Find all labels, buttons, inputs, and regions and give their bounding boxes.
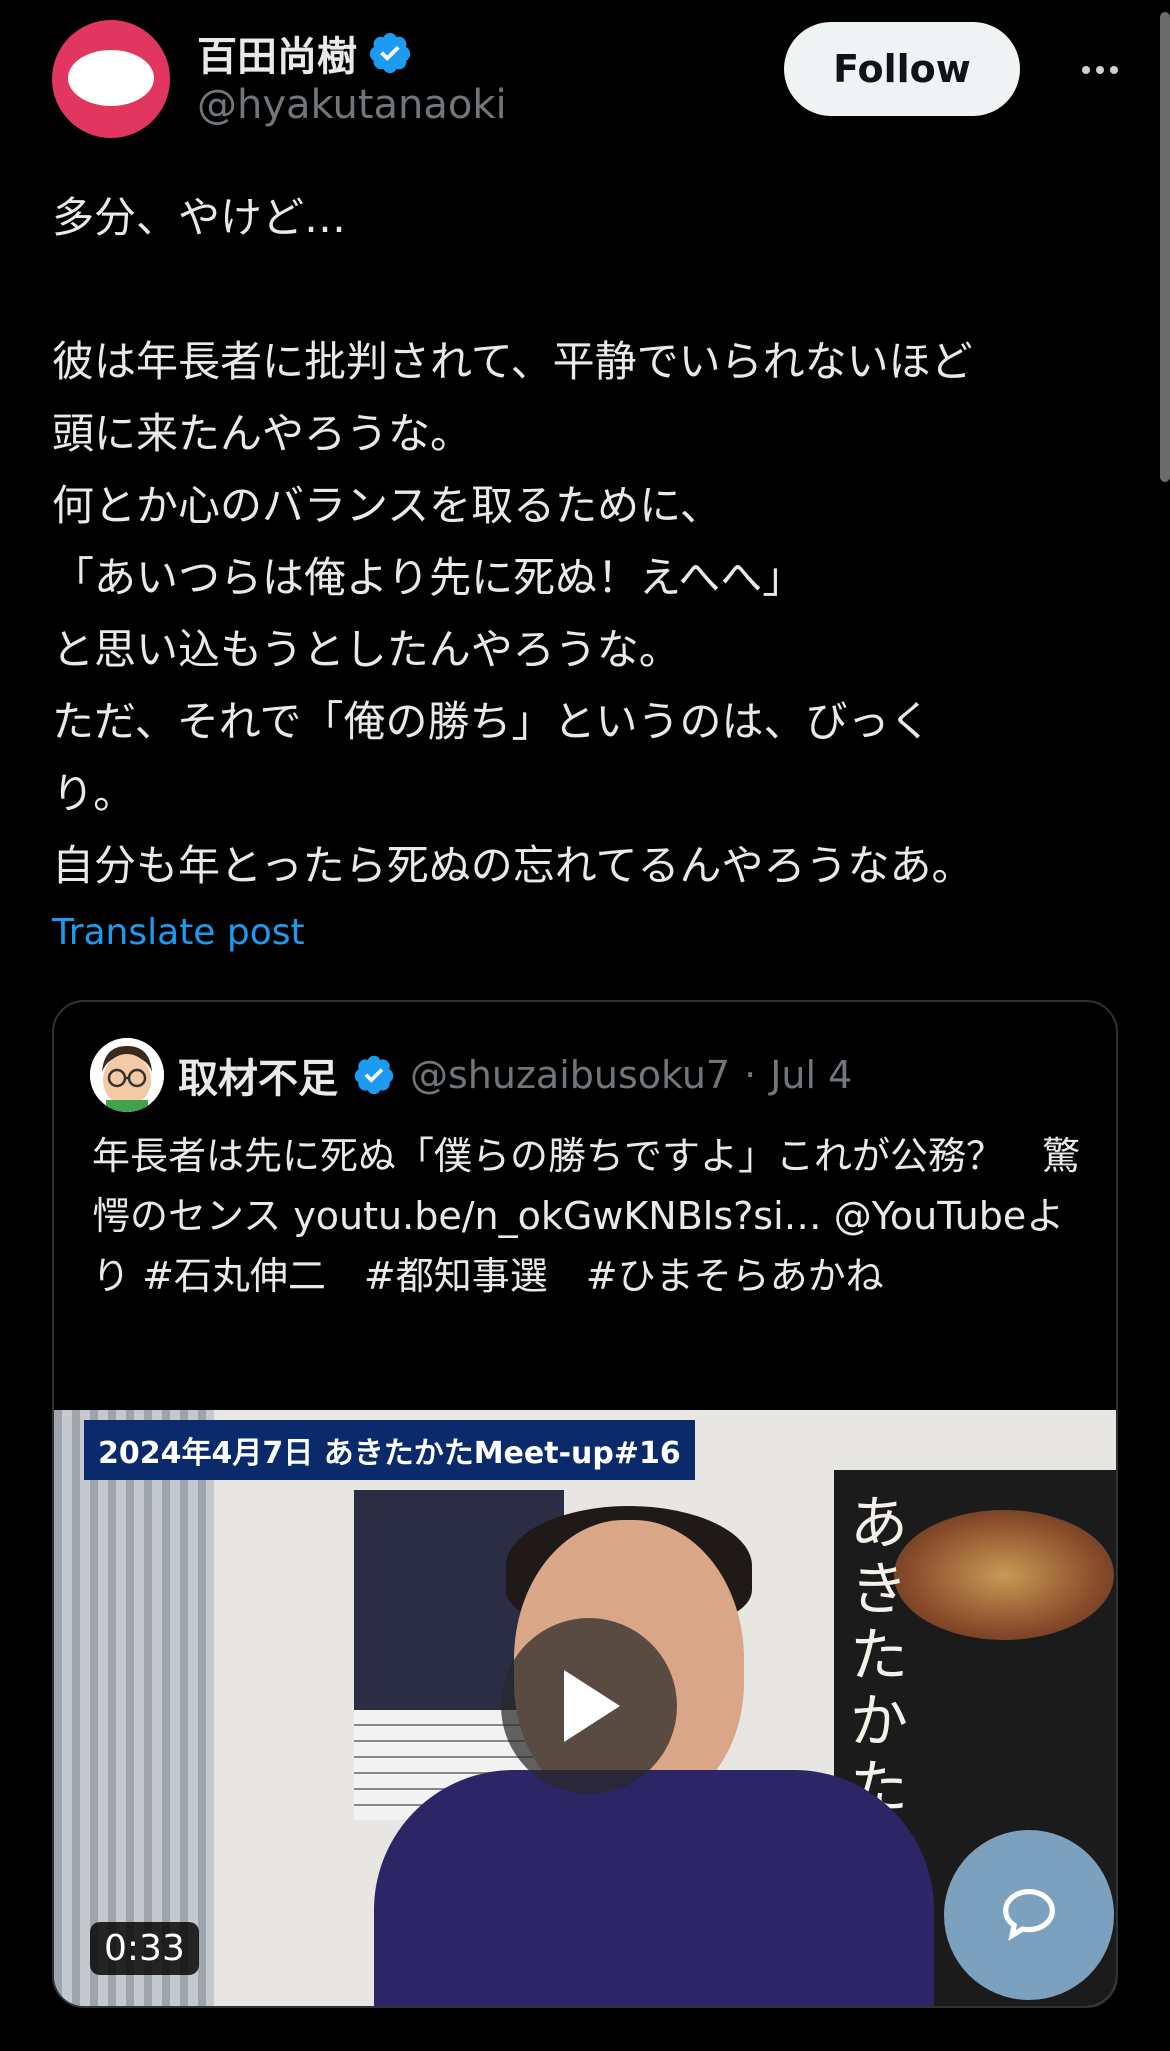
dot <box>1096 66 1104 74</box>
video-curtain-graphic <box>54 1410 214 2006</box>
chat-bubble-glyph-icon <box>1003 1889 1055 1941</box>
separator-dot: · <box>744 1053 757 1097</box>
author-name-row: 百田尚樹 <box>197 24 413 82</box>
quoted-post-date[interactable]: Jul 4 <box>770 1053 852 1097</box>
translate-post-link[interactable]: Translate post <box>52 912 305 953</box>
dot <box>1110 66 1118 74</box>
quoted-author-name[interactable]: 取材不足 <box>178 1046 338 1104</box>
cartoon-face-icon <box>90 1038 164 1112</box>
play-triangle-icon <box>564 1670 620 1742</box>
quoted-post-text: 年長者は先に死ぬ「僕らの勝ちですよ」これが公務？ 驚愕のセンス youtu.be… <box>92 1134 1081 1298</box>
chat-bubble-icon[interactable] <box>944 1830 1114 2000</box>
quoted-post-header: 取材不足 @shuzaibusoku7 · Jul 4 <box>90 1038 852 1112</box>
okonomiyaki-graphic <box>894 1510 1114 1640</box>
author-handle[interactable]: @hyakutanaoki <box>197 82 507 128</box>
dot <box>1082 66 1090 74</box>
more-options-icon[interactable] <box>1070 40 1130 100</box>
post-text: 多分、やけど… 彼は年長者に批判されて、平静でいられないほど 頭に来たんやろうな… <box>52 193 974 890</box>
play-icon[interactable] <box>501 1618 677 1794</box>
author-avatar[interactable] <box>52 20 170 138</box>
verified-badge-icon <box>369 32 411 74</box>
video-banner: 2024年4月7日 あきたかたMeet-up#16 <box>84 1420 695 1480</box>
quoted-post[interactable]: 取材不足 @shuzaibusoku7 · Jul 4 年長者は先に死ぬ「僕らの… <box>52 1000 1118 2008</box>
video-player[interactable]: あきたかた焼き始動。 2024年4月7日 あきたかたMeet-up#16 0:3… <box>54 1410 1116 2006</box>
quoted-author-avatar[interactable] <box>90 1038 164 1112</box>
post-header: 百田尚樹 @hyakutanaoki Follow <box>52 20 1130 140</box>
author-display-name[interactable]: 百田尚樹 <box>197 24 357 82</box>
avatar-egg-graphic <box>68 50 154 106</box>
follow-button[interactable]: Follow <box>784 22 1020 116</box>
scrollbar[interactable] <box>1160 12 1170 482</box>
person-jersey-graphic <box>374 1770 934 2006</box>
quoted-author-handle[interactable]: @shuzaibusoku7 <box>410 1053 730 1097</box>
verified-badge-icon <box>354 1055 394 1095</box>
video-duration: 0:33 <box>90 1922 199 1975</box>
